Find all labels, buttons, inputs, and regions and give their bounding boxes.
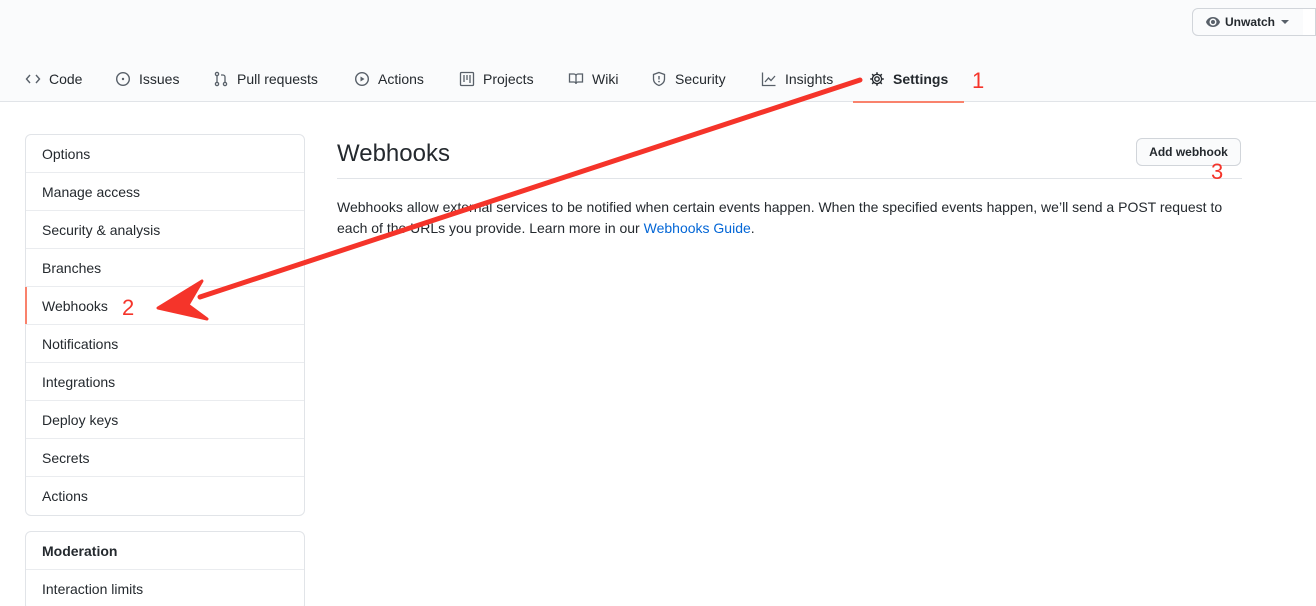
- step-3-label: 3: [1211, 159, 1224, 184]
- tab-pull-requests[interactable]: Pull requests: [213, 56, 318, 102]
- description-end: .: [750, 220, 755, 236]
- tab-settings[interactable]: Settings: [852, 56, 965, 103]
- sidebar-item-label: Webhooks: [42, 297, 108, 314]
- step-2-label: 2: [122, 295, 135, 320]
- tab-label: Insights: [785, 71, 834, 87]
- sidebar-item-integrations[interactable]: Integrations: [26, 363, 304, 401]
- sidebar-item-label: Branches: [42, 259, 102, 276]
- tab-label: Actions: [378, 71, 424, 87]
- issue-icon: [115, 71, 131, 87]
- page-title: Webhooks: [337, 140, 450, 167]
- caret-down-icon: [1281, 20, 1290, 24]
- sidebar-item-label: Integrations: [42, 373, 116, 390]
- webhooks-guide-link[interactable]: Webhooks Guide: [644, 220, 751, 236]
- sidebar-item-label: Deploy keys: [42, 411, 119, 428]
- repo-nav-tabs: Code Issues Pull requests Actions Projec…: [0, 56, 1316, 103]
- sidebar-item-actions[interactable]: Actions: [26, 477, 304, 515]
- pull-request-icon: [214, 71, 228, 87]
- sidebar-item-webhooks[interactable]: Webhooks: [25, 287, 304, 325]
- tab-insights[interactable]: Insights: [761, 56, 833, 102]
- sidebar-item-notifications[interactable]: Notifications: [26, 325, 304, 363]
- tab-code[interactable]: Code: [25, 56, 82, 102]
- tab-label: Code: [49, 71, 83, 87]
- tab-label: Issues: [139, 71, 180, 87]
- project-icon: [459, 71, 475, 87]
- sidebar-item-label: Security & analysis: [42, 221, 161, 238]
- tab-label: Security: [675, 71, 726, 87]
- sidebar-item-interaction-limits[interactable]: Interaction limits: [26, 570, 304, 606]
- repo-header: Unwatch Code Issues Pull requests Action…: [0, 0, 1316, 103]
- graph-icon: [761, 72, 776, 87]
- tab-projects[interactable]: Projects: [459, 56, 534, 102]
- sidebar-item-deploy-keys[interactable]: Deploy keys: [26, 401, 304, 439]
- sidebar-item-options[interactable]: Options: [26, 135, 304, 173]
- main-content: Webhooks Add webhook Webhooks allow exte…: [337, 134, 1242, 239]
- sidebar-item-label: Actions: [42, 488, 88, 504]
- tab-label: Pull requests: [237, 71, 318, 87]
- tab-label: Settings: [893, 71, 949, 87]
- tab-label: Projects: [483, 71, 534, 87]
- play-icon: [354, 71, 370, 87]
- webhooks-description: Webhooks allow external services to be n…: [337, 197, 1242, 239]
- gear-icon: [870, 72, 884, 86]
- settings-sidebar: Options Manage access Security & analysi…: [25, 134, 305, 516]
- book-icon: [568, 73, 584, 85]
- shield-icon: [652, 71, 666, 87]
- sidebar-item-label: Notifications: [42, 335, 119, 352]
- sidebar-item-security-analysis[interactable]: Security & analysis: [26, 211, 304, 249]
- step-1-label: 1: [972, 68, 985, 93]
- title-row: Webhooks Add webhook: [337, 134, 1242, 179]
- tab-actions[interactable]: Actions: [354, 56, 424, 102]
- sidebar-item-manage-access[interactable]: Manage access: [26, 173, 304, 211]
- sidebar-item-label: Interaction limits: [42, 581, 144, 597]
- moderation-heading: Moderation: [26, 532, 304, 570]
- description-text: Webhooks allow external services to be n…: [337, 199, 1223, 236]
- sidebar-item-label: Options: [42, 145, 91, 162]
- moderation-sidebar: Moderation Interaction limits: [25, 531, 305, 606]
- tab-issues[interactable]: Issues: [115, 56, 179, 102]
- unwatch-label: Unwatch: [1225, 15, 1276, 29]
- eye-icon: [1206, 17, 1220, 27]
- sidebar-item-secrets[interactable]: Secrets: [26, 439, 304, 477]
- sidebar-item-label: Manage access: [42, 183, 141, 200]
- section-heading: Moderation: [42, 542, 118, 559]
- sidebar-item-label: Secrets: [42, 449, 90, 466]
- tab-security[interactable]: Security: [651, 56, 726, 102]
- sidebar-item-branches[interactable]: Branches: [26, 249, 304, 287]
- code-icon: [25, 74, 41, 84]
- add-webhook-button[interactable]: Add webhook: [1136, 138, 1241, 166]
- tab-wiki[interactable]: Wiki: [568, 56, 618, 102]
- unwatch-button[interactable]: Unwatch: [1192, 8, 1304, 36]
- watch-count[interactable]: [1303, 8, 1316, 36]
- tab-label: Wiki: [592, 71, 619, 87]
